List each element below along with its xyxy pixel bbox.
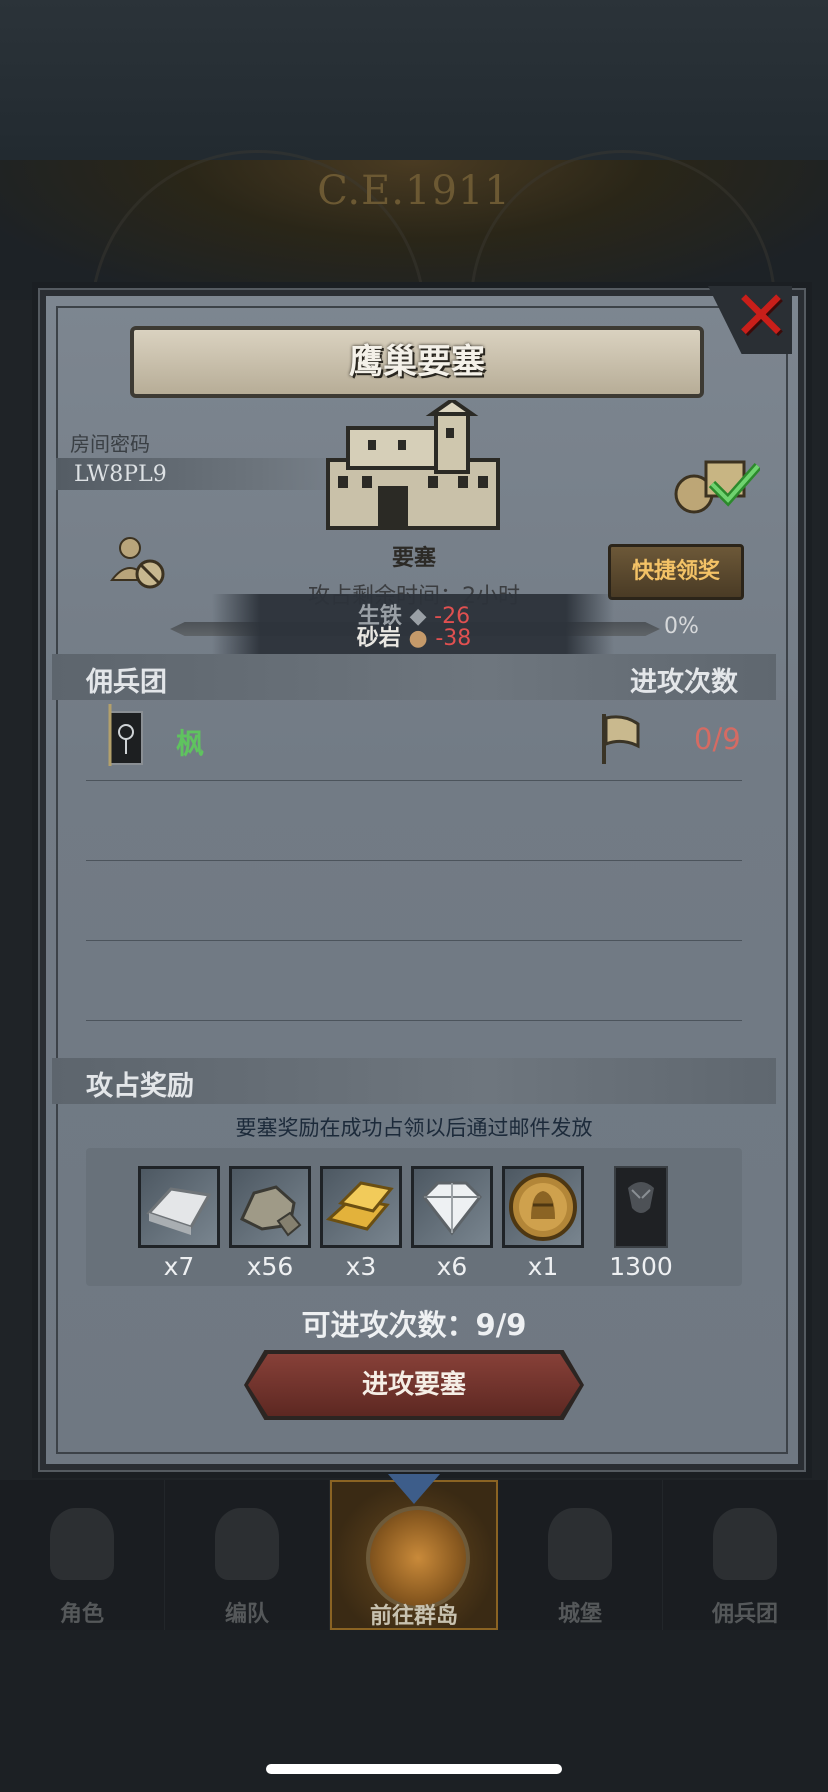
reward-qty: x7 (163, 1252, 195, 1281)
flag-banner-icon (713, 1508, 777, 1580)
year-label: C.E.1911 (317, 168, 511, 214)
nav-label: 角色 (59, 1602, 104, 1627)
knight-icon (50, 1508, 114, 1580)
reward-qty: x56 (246, 1252, 294, 1281)
attacks-available: 可进攻次数：9/9 (301, 1308, 527, 1342)
reward-qty: x6 (436, 1252, 468, 1281)
reward-note: 要塞奖励在成功占领以后通过邮件发放 (235, 1116, 593, 1140)
resource-cost-sandstone: 砂岩 ● -38 (356, 626, 472, 651)
globe-icon (366, 1506, 470, 1610)
nav-item-castle[interactable]: 城堡 (498, 1480, 663, 1630)
list-divider (86, 780, 742, 781)
nav-item-formation[interactable]: 编队 (165, 1480, 330, 1630)
nav-item-mercenary[interactable]: 佣兵团 (663, 1480, 828, 1630)
nav-item-islands[interactable]: 前往群岛 (330, 1474, 498, 1630)
gold-bar-icon[interactable] (320, 1166, 402, 1248)
nav-item-character[interactable]: 角色 (0, 1480, 165, 1630)
list-divider (86, 860, 742, 861)
guild-banner-icon (108, 704, 143, 766)
reward-qty: 1300 (609, 1252, 673, 1281)
room-code-value[interactable]: LW8PL9 (74, 462, 167, 487)
bottom-nav: 角色 编队 前往群岛 城堡 佣兵团 (0, 1474, 828, 1630)
background-top (0, 0, 828, 160)
nav-label: 佣兵团 (711, 1602, 778, 1627)
attack-fortress-button[interactable]: 进攻要塞 (248, 1354, 580, 1416)
mercenary-attack-count: 0/9 (694, 722, 741, 756)
attack-count-header: 进攻次数 (630, 667, 738, 698)
mercenary-name[interactable]: 枫 (176, 722, 204, 762)
chevron-down-icon (388, 1474, 440, 1504)
loot-claimed-icon[interactable] (672, 454, 760, 514)
nav-label: 城堡 (557, 1602, 602, 1627)
list-divider (86, 940, 742, 941)
castle-nav-icon (548, 1508, 612, 1580)
dialog-title: 鹰巢要塞 (130, 326, 704, 398)
mercenary-header: 佣兵团 (86, 667, 167, 698)
diamond-icon[interactable] (411, 1166, 493, 1248)
reward-qty: x1 (527, 1252, 559, 1281)
silver-ingot-icon[interactable] (138, 1166, 220, 1248)
list-divider (86, 1020, 742, 1021)
helmet-icon (215, 1508, 279, 1580)
castle-icon (326, 400, 500, 530)
reward-header: 攻占奖励 (86, 1071, 194, 1102)
rock-icon: ● (408, 626, 428, 651)
banner-icon[interactable] (614, 1166, 668, 1248)
reward-qty: x3 (345, 1252, 377, 1281)
close-icon[interactable]: ✕ (730, 283, 792, 351)
room-code-label: 房间密码 (70, 432, 150, 456)
flag-icon (602, 714, 640, 764)
home-indicator[interactable] (266, 1764, 562, 1774)
stone-icon[interactable] (229, 1166, 311, 1248)
nav-label: 编队 (224, 1602, 269, 1627)
nav-label: 前往群岛 (369, 1604, 458, 1629)
knight-medal-icon[interactable] (502, 1166, 584, 1248)
